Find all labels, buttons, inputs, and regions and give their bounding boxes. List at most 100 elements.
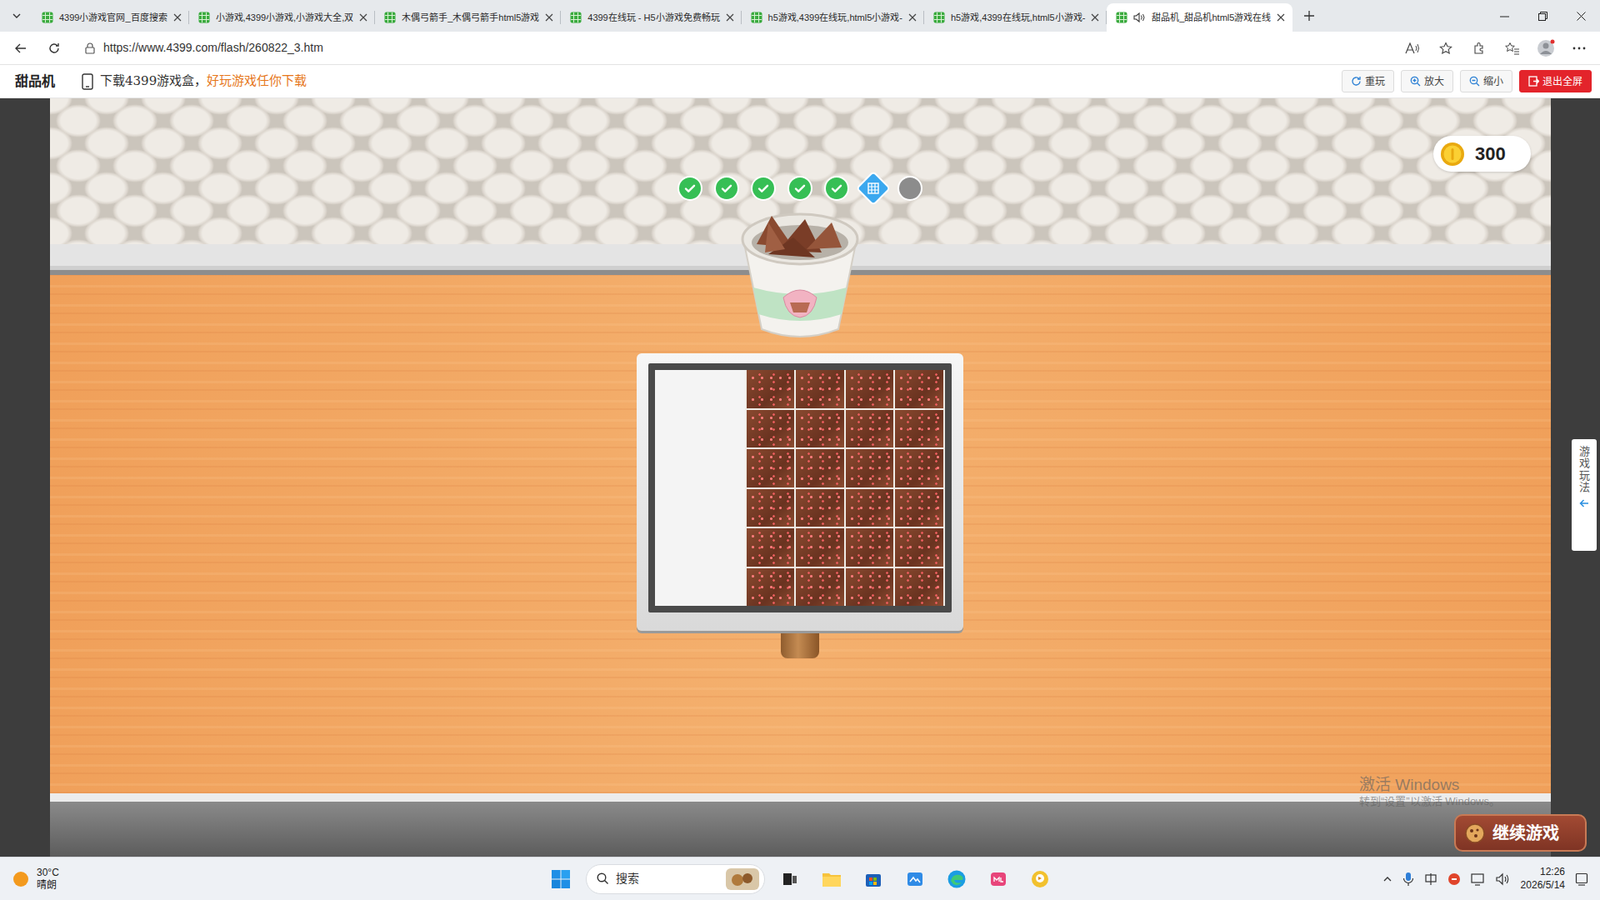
microphone-icon[interactable] bbox=[1402, 871, 1415, 887]
show-hidden-icons-icon[interactable] bbox=[1382, 874, 1393, 885]
browser-tab[interactable]: h5游戏,4399在线玩,html5小游戏- bbox=[741, 3, 925, 32]
close-tab-icon[interactable] bbox=[1090, 13, 1100, 22]
baking-tray[interactable] bbox=[636, 353, 964, 631]
tab-title: 4399在线玩 - H5小游戏免费畅玩 bbox=[587, 11, 720, 24]
favorite-star-icon[interactable] bbox=[1433, 35, 1459, 61]
brownie-piece[interactable] bbox=[895, 489, 944, 528]
brownie-piece[interactable] bbox=[746, 568, 795, 607]
tab-actions-icon[interactable] bbox=[0, 0, 33, 32]
brownie-piece[interactable] bbox=[845, 528, 895, 567]
task-view-icon[interactable] bbox=[773, 862, 807, 896]
notification-icon[interactable] bbox=[1575, 872, 1589, 886]
close-tab-icon[interactable] bbox=[173, 13, 182, 22]
brownie-piece[interactable] bbox=[845, 449, 895, 488]
close-tab-icon[interactable] bbox=[725, 13, 735, 22]
brownie-piece[interactable] bbox=[845, 489, 895, 528]
promo-link[interactable]: 好玩游戏任你下载 bbox=[206, 71, 307, 91]
input-method-icon[interactable] bbox=[1424, 872, 1438, 886]
progress-step bbox=[787, 175, 813, 201]
browser-tab[interactable]: 小游戏,4399小游戏,小游戏大全,双 bbox=[189, 3, 376, 32]
brownie-piece[interactable] bbox=[845, 370, 895, 409]
extensions-icon[interactable] bbox=[1466, 35, 1492, 61]
game-toolbar-buttons: 重玩放大 缩小退出全屏 bbox=[1341, 70, 1592, 93]
close-tab-icon[interactable] bbox=[359, 13, 368, 22]
browser-tab[interactable]: 4399小游戏官网_百度搜索 bbox=[32, 3, 190, 32]
brownie-piece[interactable] bbox=[845, 410, 895, 449]
brownie-piece[interactable] bbox=[895, 449, 944, 488]
profile-icon[interactable] bbox=[1533, 35, 1559, 61]
close-window-icon[interactable] bbox=[1561, 0, 1600, 32]
progress-step bbox=[714, 175, 740, 201]
toolbar-button[interactable]: 退出全屏 bbox=[1519, 70, 1592, 93]
button-label: 缩小 bbox=[1483, 74, 1504, 90]
file-explorer-icon[interactable] bbox=[815, 862, 849, 896]
browser-tab[interactable]: 木偶弓箭手_木偶弓箭手html5游戏 bbox=[375, 3, 561, 32]
speaker-icon[interactable] bbox=[1133, 11, 1146, 24]
brownie-piece[interactable] bbox=[746, 410, 795, 449]
brownie-piece[interactable] bbox=[895, 528, 944, 567]
back-icon[interactable] bbox=[8, 35, 34, 61]
download-promo[interactable]: 下载4399游戏盒，好玩游戏任你下载 bbox=[100, 71, 307, 91]
brownie-piece[interactable] bbox=[795, 410, 845, 449]
read-aloud-icon[interactable] bbox=[1400, 35, 1425, 61]
refresh-icon[interactable] bbox=[41, 35, 67, 61]
toolbar-button[interactable]: 缩小 bbox=[1460, 70, 1513, 93]
address-bar: https://www.4399.com/flash/260822_3.htm bbox=[0, 31, 1600, 65]
clock-time: 12:26 bbox=[1520, 865, 1565, 880]
brownie-piece[interactable] bbox=[795, 489, 845, 528]
tab-strip: 4399小游戏官网_百度搜索小游戏,4399小游戏,小游戏大全,双木偶弓箭手_木… bbox=[0, 0, 1600, 32]
close-tab-icon[interactable] bbox=[545, 13, 554, 22]
store-icon[interactable] bbox=[856, 862, 890, 896]
start-windows-icon[interactable] bbox=[544, 862, 578, 896]
brownie-piece[interactable] bbox=[795, 370, 845, 409]
brownie-piece[interactable] bbox=[895, 568, 944, 607]
brownie-piece[interactable] bbox=[746, 528, 795, 567]
more-menu-icon[interactable] bbox=[1566, 35, 1592, 61]
network-icon[interactable] bbox=[1470, 872, 1486, 886]
browser-tab[interactable]: 甜品机_甜品机html5游戏在线 bbox=[1106, 3, 1293, 32]
browser-tab[interactable]: h5游戏,4399在线玩,html5小游戏- bbox=[924, 3, 1107, 32]
volume-icon[interactable] bbox=[1495, 872, 1511, 886]
brownie-piece[interactable] bbox=[845, 568, 895, 607]
progress-step bbox=[677, 175, 703, 201]
minimize-icon[interactable] bbox=[1485, 0, 1524, 32]
taskbar-search[interactable]: 搜索 bbox=[585, 864, 765, 895]
close-tab-icon[interactable] bbox=[1276, 13, 1285, 22]
weather-widget[interactable]: 30°C晴朗 bbox=[11, 866, 545, 892]
brownie-piece[interactable] bbox=[795, 449, 845, 488]
brownie-piece[interactable] bbox=[895, 410, 944, 449]
progress-step bbox=[750, 175, 776, 201]
brownie-piece[interactable] bbox=[795, 568, 845, 607]
brownie-piece[interactable] bbox=[746, 449, 795, 488]
brownie-cup-icon[interactable] bbox=[735, 204, 865, 342]
brownie-piece[interactable] bbox=[746, 489, 795, 528]
brownie-piece[interactable] bbox=[746, 370, 795, 409]
lock-icon[interactable] bbox=[85, 42, 95, 55]
security-icon[interactable] bbox=[1447, 872, 1461, 886]
url-field[interactable]: https://www.4399.com/flash/260822_3.htm bbox=[75, 35, 1392, 61]
whiteboard-icon[interactable] bbox=[898, 862, 932, 896]
edge-icon[interactable] bbox=[940, 862, 974, 896]
favorites-icon[interactable] bbox=[1500, 35, 1525, 61]
toolbar-button[interactable]: 放大 bbox=[1400, 70, 1454, 93]
music-app-icon[interactable] bbox=[981, 862, 1015, 896]
how-to-play-tab[interactable]: 游戏玩法 bbox=[1571, 439, 1597, 551]
tab-title: h5游戏,4399在线玩,html5小游戏- bbox=[768, 11, 903, 24]
continue-game-button[interactable]: 继续游戏 bbox=[1454, 814, 1587, 852]
level-progress bbox=[677, 175, 923, 201]
game-canvas[interactable]: 300 bbox=[50, 98, 1551, 857]
new-tab-icon[interactable] bbox=[1292, 0, 1326, 32]
restore-icon[interactable] bbox=[1523, 0, 1562, 32]
replay-icon bbox=[1350, 75, 1362, 87]
toolbar-button[interactable]: 重玩 bbox=[1341, 70, 1395, 93]
tab-title: 甜品机_甜品机html5游戏在线 bbox=[1151, 11, 1271, 24]
clock[interactable]: 12:262026/5/14 bbox=[1520, 865, 1565, 892]
watermark-subtitle: 转到“设置”以激活 Windows。 bbox=[1359, 795, 1500, 809]
media-app-icon[interactable] bbox=[1023, 862, 1057, 896]
tab-title: h5游戏,4399在线玩,html5小游戏- bbox=[950, 11, 1085, 24]
browser-tab[interactable]: 4399在线玩 - H5小游戏免费畅玩 bbox=[560, 3, 741, 32]
brownie-piece[interactable] bbox=[895, 370, 944, 409]
close-tab-icon[interactable] bbox=[908, 13, 917, 22]
button-label: 重玩 bbox=[1365, 74, 1385, 90]
brownie-piece[interactable] bbox=[795, 528, 845, 567]
